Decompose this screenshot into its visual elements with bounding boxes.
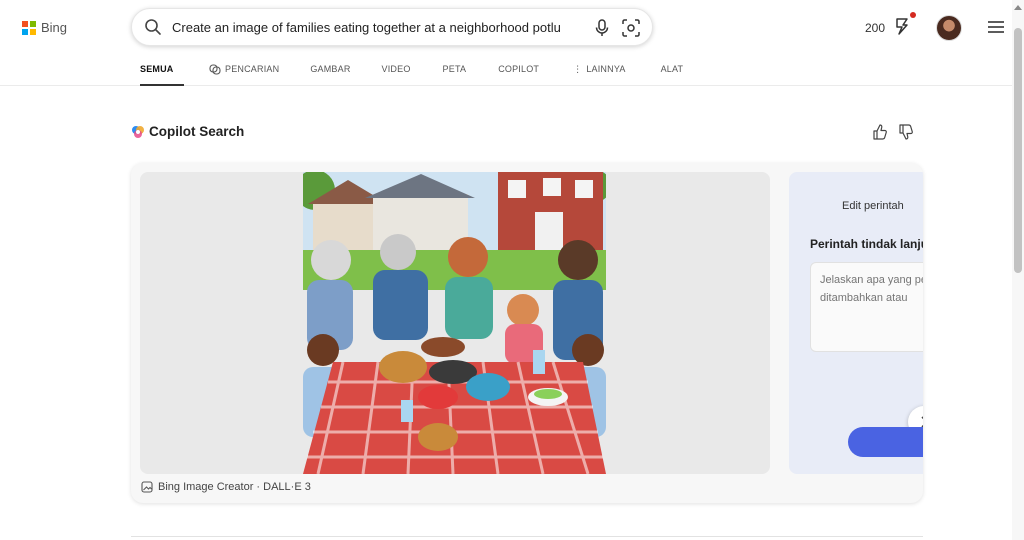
- followup-input-box: [810, 262, 923, 438]
- rewards-points[interactable]: 200: [865, 21, 885, 35]
- bing-logo[interactable]: Bing: [22, 20, 67, 35]
- visual-search-icon[interactable]: [622, 19, 640, 37]
- image-panel: [140, 172, 770, 474]
- tab-video[interactable]: VIDEO: [382, 64, 411, 86]
- followup-input[interactable]: [820, 271, 923, 311]
- tab-semua[interactable]: SEMUA: [140, 64, 184, 86]
- tab-peta[interactable]: PETA: [443, 64, 467, 86]
- hamburger-menu-icon[interactable]: [988, 20, 1004, 34]
- tab-pencarian[interactable]: PENCARIAN: [209, 64, 279, 86]
- copilot-search-header: Copilot Search: [131, 124, 244, 139]
- search-icon[interactable]: [144, 18, 162, 36]
- copilot-search-title: Copilot Search: [149, 124, 245, 139]
- image-creator-icon: [141, 481, 153, 493]
- prompt-side-panel: Edit perintah Perintah tindak lanjut: [789, 172, 923, 474]
- scroll-up-arrow[interactable]: [1014, 5, 1022, 10]
- search-bar: [131, 8, 653, 46]
- credit-text: Bing Image Creator · DALL·E 3: [158, 481, 311, 493]
- submit-followup-button[interactable]: [848, 427, 923, 457]
- vertical-scrollbar[interactable]: [1012, 0, 1024, 540]
- edit-prompt-link[interactable]: Edit perintah: [842, 200, 904, 212]
- search-input[interactable]: [172, 17, 562, 37]
- copilot-logo-icon: [132, 125, 144, 138]
- tab-copilot[interactable]: COPILOT: [498, 64, 539, 86]
- image-credit: Bing Image Creator · DALL·E 3: [141, 481, 311, 493]
- notification-dot: [910, 12, 916, 18]
- thumbs-down-icon[interactable]: [898, 123, 914, 141]
- generated-image[interactable]: [303, 172, 606, 474]
- tab-gambar[interactable]: GAMBAR: [310, 64, 350, 86]
- tab-lainnya[interactable]: ⋮ LAINNYA: [573, 64, 625, 86]
- rewards-icon[interactable]: [891, 15, 913, 37]
- image-result-card: Bing Image Creator · DALL·E 3 Edit perin…: [131, 163, 923, 503]
- followup-title: Perintah tindak lanjut: [810, 237, 923, 251]
- top-header: Bing 200 SEMUA: [0, 0, 1012, 86]
- copilot-chat-icon: [209, 64, 221, 75]
- microsoft-logo-icon: [22, 20, 36, 35]
- thumbs-up-icon[interactable]: [872, 123, 888, 141]
- scroll-thumb[interactable]: [1014, 28, 1022, 273]
- avatar[interactable]: [936, 15, 962, 41]
- search-tabs: SEMUA PENCARIAN GAMBAR VIDEO PETA COPILO…: [140, 64, 683, 86]
- brand-name: Bing: [41, 20, 68, 35]
- tab-alat[interactable]: ALAT: [661, 64, 684, 86]
- divider: [131, 536, 923, 537]
- mic-icon[interactable]: [594, 19, 610, 37]
- more-dots-icon: ⋮: [573, 64, 583, 74]
